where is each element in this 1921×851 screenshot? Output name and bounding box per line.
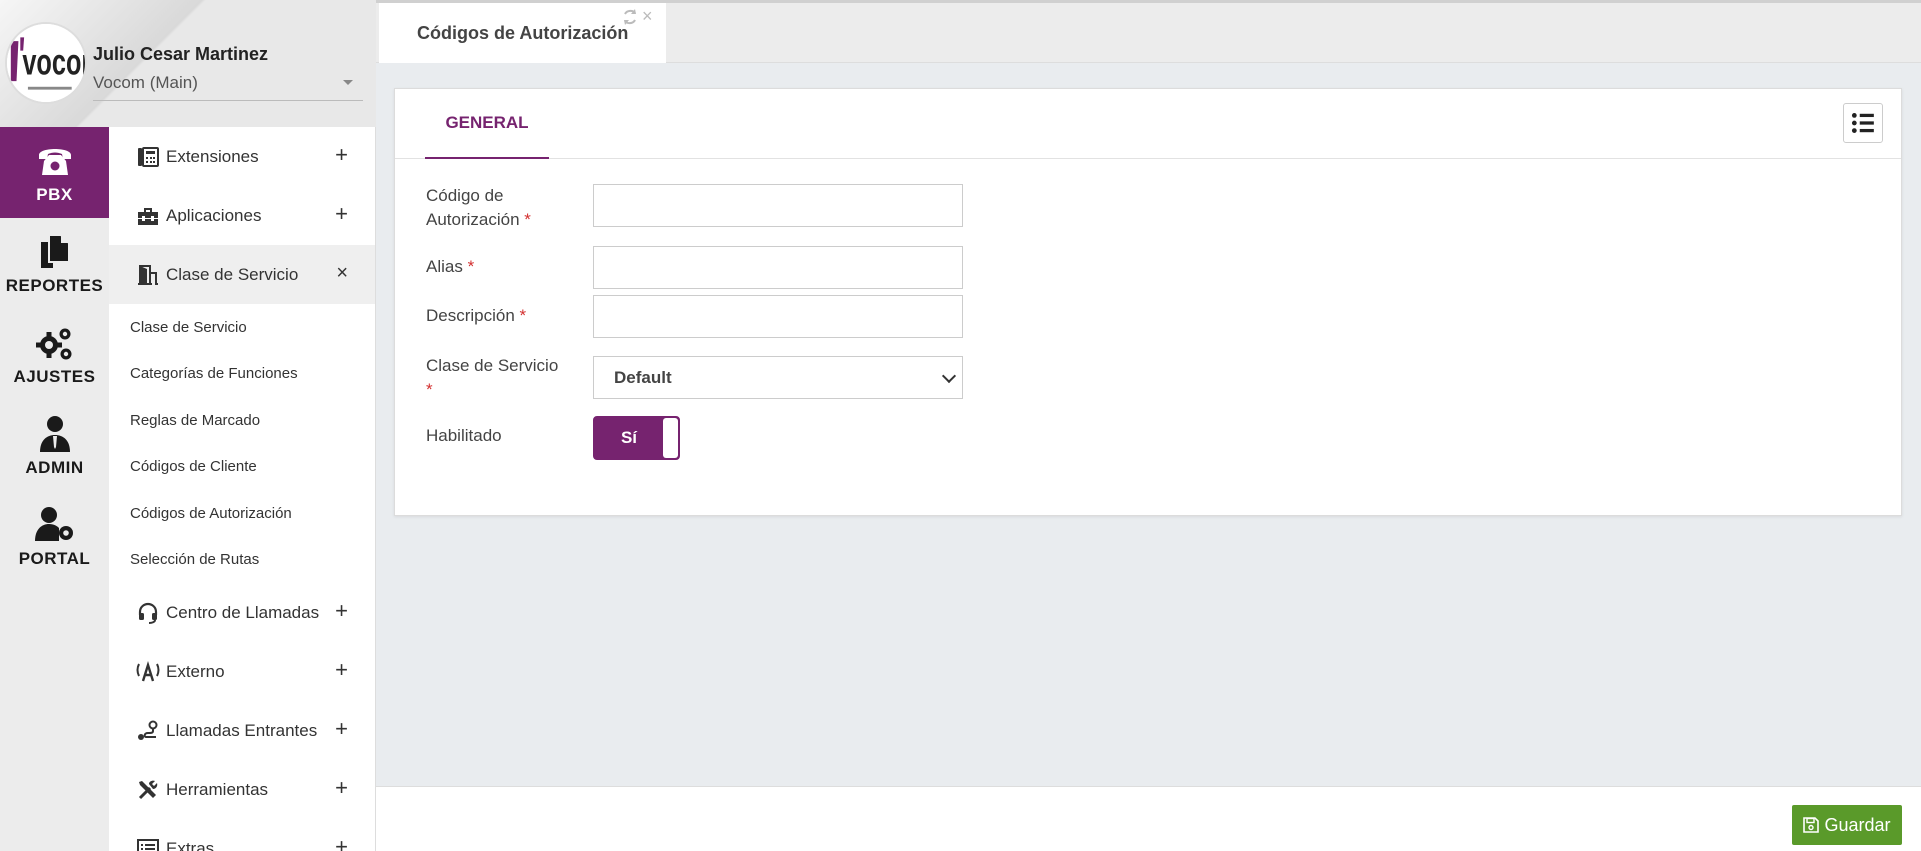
menu-item-label: Clase de Servicio [166,264,299,284]
descripcion-label-text: Descripción [426,306,515,325]
admin-user-icon [39,415,70,452]
habilitado-label: Habilitado [426,426,502,445]
caret-down-icon [343,80,353,85]
headset-icon [138,602,158,624]
codigo-label-line2: Autorización [426,210,520,229]
submenu-item-clase-de-servicio[interactable]: Clase de Servicio [109,304,375,351]
menu-item-label: Aplicaciones [166,205,262,225]
menu-item-label: Extensiones [166,146,259,166]
save-button[interactable]: Guardar [1792,805,1902,845]
codigo-label-line1: Código de [426,186,504,205]
user-gear-icon [34,506,73,541]
menu-item-llamadas-entrantes[interactable]: Llamadas Entrantes + [109,701,375,760]
codigo-label: Código de Autorización * [426,184,586,232]
clase-label: Clase de Servicio * [426,354,586,402]
submenu-item-reglas-de-marcado[interactable]: Reglas de Marcado [109,397,375,444]
menu-item-label: Centro de Llamadas [166,602,320,622]
route-icon [138,720,158,740]
collapse-icon[interactable]: × [336,261,348,285]
company-name: Vocom (Main) [93,73,198,92]
submenu-item-seleccion-de-rutas[interactable]: Selección de Rutas [109,537,375,584]
menu-item-herramientas[interactable]: Herramientas + [109,760,375,819]
clase-selected-value: Default [614,367,672,387]
habilitado-toggle[interactable]: Sí [593,416,680,460]
menu-item-label: Herramientas [166,779,269,799]
codigo-input[interactable] [593,184,963,227]
required-mark: * [524,210,531,229]
expand-icon[interactable]: + [335,776,348,800]
documents-icon [40,233,70,268]
toolbox-icon [138,207,158,225]
rail-item-pbx[interactable]: PBX [0,127,109,218]
logo-wordmark: vocom [22,41,85,83]
menu-item-label: Externo [166,661,225,681]
list-icon [1851,113,1874,133]
chevron-down-icon [941,368,957,384]
list-icon [137,838,159,851]
module-rail: PBX REPORTES AJUSTES ADMIN PORTAL [0,127,109,851]
user-name: Julio Cesar Martinez [93,44,269,64]
clase-label-text: Clase de Servicio [426,356,559,375]
menu-item-aplicaciones[interactable]: Aplicaciones + [109,186,375,245]
tab-general[interactable]: GENERAL [425,89,549,159]
toggle-knob [663,418,678,458]
phone-extension-icon [138,146,159,167]
clase-select[interactable]: Default [593,356,963,399]
rail-item-reportes[interactable]: REPORTES [0,218,109,309]
expand-icon[interactable]: + [335,835,348,851]
menu-item-extensiones[interactable]: Extensiones + [109,127,375,186]
menu-item-centro-de-llamadas[interactable]: Centro de Llamadas + [109,583,375,642]
door-icon [138,264,158,285]
alias-input[interactable] [593,246,963,289]
rail-label: PORTAL [18,548,91,568]
rail-label: PBX [36,184,73,204]
required-mark: * [426,380,433,399]
antenna-icon [136,660,160,681]
submenu-item-codigos-de-cliente[interactable]: Códigos de Cliente [109,444,375,491]
alias-label: Alias * [426,255,586,279]
rail-label: ADMIN [25,457,84,477]
tab-bar: Códigos de Autorización × [376,0,1921,63]
sidebar-menu: Extensiones + Aplicaciones + Clase de Se… [109,127,376,851]
alias-label-text: Alias [426,257,463,276]
rail-label: REPORTES [5,275,104,295]
floppy-disk-icon [1803,817,1820,833]
menu-item-externo[interactable]: Externo + [109,642,375,701]
expand-icon[interactable]: + [335,143,348,167]
descripcion-input[interactable] [593,295,963,338]
menu-item-extras[interactable]: Extras + [109,819,375,851]
descripcion-label: Descripción * [426,304,586,328]
submenu-item-codigos-de-autorizacion[interactable]: Códigos de Autorización [109,490,375,537]
vocom-logo-icon: vocom [7,24,85,102]
required-mark: * [519,306,527,325]
card-header: GENERAL [395,89,1901,159]
rail-label: AJUSTES [13,366,96,386]
menu-item-clase-de-servicio[interactable]: Clase de Servicio × [109,245,375,304]
rail-item-ajustes[interactable]: AJUSTES [0,309,109,400]
submenu-item-categorias-de-funciones[interactable]: Categorías de Funciones [109,351,375,398]
footer-bar: Guardar [376,786,1921,851]
form-card: GENERAL Código de Autorización * Alias *… [394,88,1902,516]
rail-item-portal[interactable]: PORTAL [0,491,109,582]
phone-icon [38,148,71,175]
toggle-label: Sí [620,428,638,447]
profile-header: vocom Julio Cesar Martinez Vocom (Main) [0,0,376,128]
required-mark: * [467,257,475,276]
list-view-button[interactable] [1843,103,1883,143]
menu-item-label: Extras [166,838,215,851]
gears-icon [35,328,71,359]
expand-icon[interactable]: + [335,717,348,741]
rail-item-admin[interactable]: ADMIN [0,400,109,491]
tools-icon [138,780,158,799]
company-logo: vocom [5,22,87,104]
tab-close-icon[interactable]: × [642,6,653,27]
expand-icon[interactable]: + [335,658,348,682]
tab-title: Códigos de Autorización [417,22,629,43]
refresh-icon[interactable] [621,8,639,26]
save-label: Guardar [1824,814,1891,835]
menu-item-label: Llamadas Entrantes [166,720,318,740]
expand-icon[interactable]: + [335,202,348,226]
company-selector[interactable]: Vocom (Main) [93,73,363,101]
expand-icon[interactable]: + [335,599,348,623]
